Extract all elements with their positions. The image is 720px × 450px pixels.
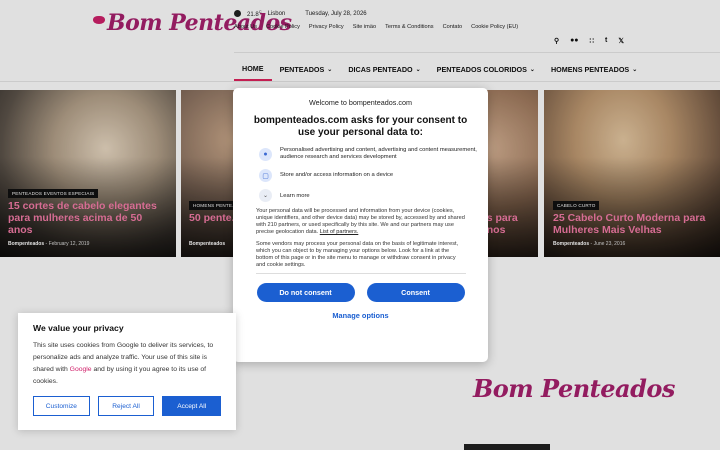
consent-site-name: Welcome to bompenteados.com (309, 98, 412, 107)
consent-divider (256, 273, 466, 274)
device-icon: ▢ (259, 169, 272, 182)
consent-button[interactable]: Consent (366, 283, 465, 302)
consent-dialog: Welcome to bompenteados.com bompenteados… (233, 88, 488, 362)
privacy-banner: We value your privacy This site uses coo… (18, 313, 236, 430)
consent-body-text: Your personal data will be processed and… (256, 208, 465, 235)
consent-buttons: Do not consent Consent (241, 283, 480, 302)
learn-more-toggle[interactable]: ⌄ Learn more (241, 189, 480, 202)
partners-link[interactable]: List of partners. (320, 229, 359, 235)
person-icon: ● (259, 147, 272, 161)
consent-purpose: ▢ Store and/or access information on a d… (241, 169, 480, 182)
chevron-down-icon: ⌄ (259, 189, 272, 202)
manage-options-link[interactable]: Manage options (241, 311, 480, 320)
privacy-buttons: Customize Reject All Accept All (33, 396, 221, 416)
privacy-title: We value your privacy (33, 323, 124, 333)
google-link[interactable]: Google (70, 366, 92, 373)
consent-body-text-2: Some vendors may process your personal d… (256, 241, 459, 268)
consent-purpose: ● Personalised advertising and content, … (241, 147, 480, 161)
privacy-text: This site uses cookies from Google to de… (33, 342, 214, 385)
reject-all-button[interactable]: Reject All (97, 396, 155, 416)
customize-button[interactable]: Customize (33, 396, 90, 416)
consent-heading: bompenteados.com asks for your consent t… (253, 115, 468, 138)
accept-all-button[interactable]: Accept All (162, 396, 221, 416)
do-not-consent-button[interactable]: Do not consent (256, 283, 355, 302)
